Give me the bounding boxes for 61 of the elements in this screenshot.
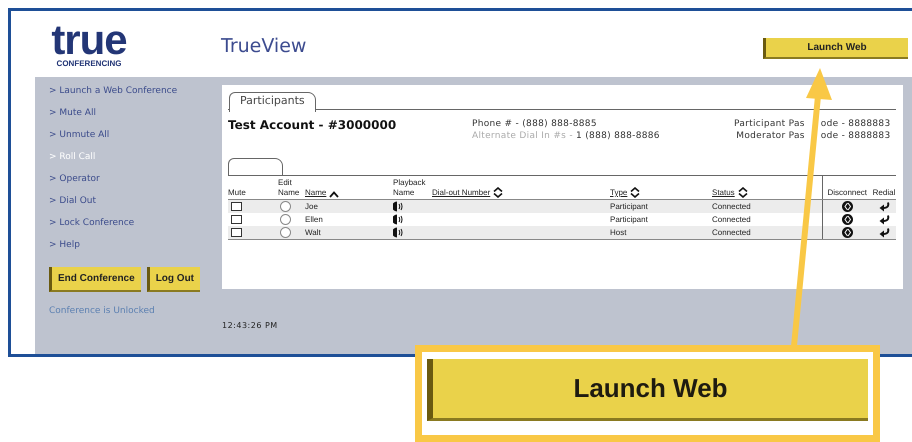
redial-icon[interactable] bbox=[878, 228, 890, 238]
sidebar-link[interactable]: > Lock Conference bbox=[49, 217, 222, 239]
sidebar-link[interactable]: > Launch a Web Conference bbox=[49, 85, 222, 107]
name-cell: Walt bbox=[305, 228, 321, 237]
logo: true CONFERENCING bbox=[50, 21, 128, 68]
column-header[interactable]: Status bbox=[712, 188, 735, 198]
name-cell: Joe bbox=[305, 202, 318, 211]
sort-icon[interactable] bbox=[738, 187, 748, 198]
status-cell: Connected bbox=[712, 228, 751, 237]
phone-number: Phone # - (888) 888-8885 bbox=[472, 118, 598, 130]
sidebar-link[interactable]: > Dial Out bbox=[49, 195, 222, 217]
tab[interactable]: Participants bbox=[229, 92, 316, 112]
passcode-value: ode - 8888883 bbox=[820, 130, 890, 142]
column-header: Disconnect bbox=[827, 188, 868, 198]
column-header[interactable]: Name bbox=[305, 188, 326, 198]
blank-tab[interactable] bbox=[228, 158, 283, 175]
column-header: Redial bbox=[872, 188, 896, 198]
sort-icon[interactable] bbox=[630, 187, 640, 198]
column-header: Edit Name bbox=[278, 178, 300, 198]
launch-web-callout: Launch Web bbox=[427, 359, 868, 421]
passcode-value: ode - 8888883 bbox=[820, 118, 890, 130]
mute-checkbox[interactable] bbox=[231, 202, 242, 211]
passcode-label: Moderator Pas bbox=[735, 130, 805, 142]
app-title: TrueView bbox=[221, 35, 306, 57]
status-cell: Connected bbox=[712, 215, 751, 224]
alternate-number: Alternate Dial In #s - 1 (888) 888-8886 bbox=[472, 130, 661, 142]
redial-icon[interactable] bbox=[878, 214, 890, 224]
edit-name-radio[interactable] bbox=[280, 227, 291, 238]
edit-name-radio[interactable] bbox=[280, 214, 291, 225]
disconnect-icon[interactable] bbox=[842, 227, 853, 238]
disconnect-icon[interactable] bbox=[842, 201, 853, 212]
speaker-icon[interactable] bbox=[393, 227, 403, 238]
status-cell: Connected bbox=[712, 202, 751, 211]
lock-status: Conference is Unlocked bbox=[49, 306, 156, 316]
sidebar-link[interactable]: > Operator bbox=[49, 173, 222, 195]
edit-name-radio[interactable] bbox=[280, 201, 291, 212]
column-header: Mute bbox=[228, 188, 246, 198]
mute-checkbox[interactable] bbox=[231, 215, 242, 224]
sort-ascending-icon[interactable] bbox=[329, 191, 340, 198]
mute-checkbox[interactable] bbox=[231, 228, 242, 237]
launch-web-button[interactable]: Launch Web bbox=[763, 38, 908, 59]
column-header[interactable]: Type bbox=[610, 188, 628, 198]
type-cell: Host bbox=[610, 228, 626, 237]
disconnect-icon[interactable] bbox=[842, 214, 853, 225]
account-title: Test Account - #3000000 bbox=[228, 118, 398, 134]
sidebar-link[interactable]: > Help bbox=[49, 239, 222, 261]
sort-icon[interactable] bbox=[493, 187, 504, 198]
type-cell: Participant bbox=[610, 215, 648, 224]
action-button[interactable]: Log Out bbox=[146, 267, 200, 292]
passcode-label: Participant Pas bbox=[734, 118, 805, 130]
clock: 12:43:26 PM bbox=[222, 321, 279, 330]
sidebar-link[interactable]: > Unmute All bbox=[49, 129, 222, 151]
sidebar-link[interactable]: > Mute All bbox=[49, 107, 222, 129]
speaker-icon[interactable] bbox=[393, 201, 403, 212]
redial-icon[interactable] bbox=[878, 202, 890, 212]
column-header[interactable]: Dial-out Number bbox=[432, 188, 490, 198]
column-header: Playback Name bbox=[393, 178, 426, 198]
action-button[interactable]: End Conference bbox=[49, 267, 141, 292]
name-cell: Ellen bbox=[305, 215, 323, 224]
type-cell: Participant bbox=[610, 202, 648, 211]
speaker-icon[interactable] bbox=[393, 214, 403, 225]
